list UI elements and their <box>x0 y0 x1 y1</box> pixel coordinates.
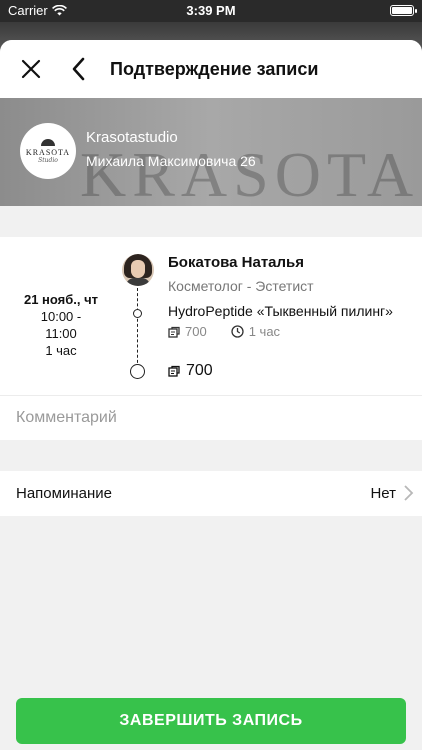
timeline-line <box>137 288 138 368</box>
price-tag-icon <box>168 326 180 338</box>
close-icon[interactable] <box>18 56 44 82</box>
booking-total: 700 <box>168 362 213 380</box>
banner-background-word: KRASOTA <box>80 139 420 206</box>
clock: 3:39 PM <box>186 3 236 18</box>
studio-banner: KRASOTA KRASOTA Studio Krasotastudio Мих… <box>0 98 422 206</box>
reminder-label: Напоминание <box>16 485 112 502</box>
service-name: HydroPeptide «Тыквенный пилинг» <box>168 303 393 319</box>
studio-logo: KRASOTA Studio <box>20 123 76 179</box>
booking-date: 21 нояб., чт <box>23 292 99 307</box>
service-price: 700 <box>185 324 207 339</box>
total-price: 700 <box>186 362 213 379</box>
chevron-right-icon <box>404 485 414 501</box>
clock-icon <box>231 325 244 338</box>
booking-confirmation-sheet: Подтверждение записи KRASOTA KRASOTA Stu… <box>0 40 422 750</box>
timeline-dot <box>133 309 142 318</box>
booking-duration: 1 час <box>45 343 77 358</box>
service-duration: 1 час <box>248 324 281 339</box>
back-icon[interactable] <box>66 56 92 82</box>
reminder-value: Нет <box>370 485 396 502</box>
section-gap <box>0 440 422 471</box>
logo-script: Studio <box>38 156 58 164</box>
booking-time-end: 11:00 <box>45 326 77 341</box>
studio-name: Krasotastudio <box>86 129 178 146</box>
timeline-end-dot <box>130 364 145 379</box>
booking-datetime: 21 нояб., чт 10:00 - 11:00 1 час <box>0 291 122 359</box>
service-meta: 700 1 час <box>168 324 280 339</box>
reminder-row[interactable]: Напоминание Нет <box>0 471 422 516</box>
master-role: Косметолог - Эстетист <box>168 278 314 294</box>
page-title: Подтверждение записи <box>110 59 319 79</box>
booking-details: 21 нояб., чт 10:00 - 11:00 1 час Бокатов… <box>0 237 422 395</box>
comment-row <box>0 395 422 440</box>
master-name: Бокатова Наталья <box>168 254 305 271</box>
logo-text: KRASOTA <box>25 147 71 157</box>
battery-icon <box>390 5 417 16</box>
lips-icon <box>41 138 55 146</box>
price-tag-icon <box>168 365 180 377</box>
master-avatar <box>122 254 154 286</box>
nav-bar: Подтверждение записи <box>0 40 422 98</box>
booking-time-start: 10:00 - <box>40 309 82 324</box>
comment-input[interactable] <box>16 406 396 430</box>
section-gap <box>0 206 422 237</box>
complete-booking-button[interactable]: ЗАВЕРШИТЬ ЗАПИСЬ <box>16 698 406 744</box>
status-bar: Carrier 3:39 PM <box>0 0 422 22</box>
studio-address: Михаила Максимовича 26 <box>86 153 256 169</box>
